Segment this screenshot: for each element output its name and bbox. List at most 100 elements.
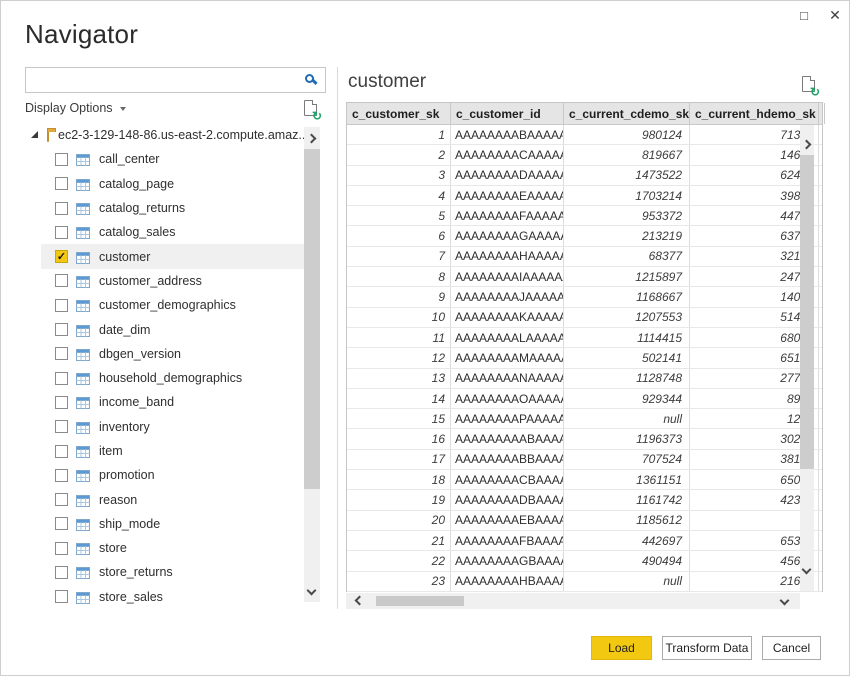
- sidebar-item-income_band[interactable]: income_band: [41, 390, 304, 414]
- sidebar-item-store_returns[interactable]: store_returns: [41, 560, 304, 584]
- table-icon: [76, 591, 90, 603]
- table-cell: [819, 531, 822, 550]
- tree-root-server[interactable]: ec2-3-129-148-86.us-east-2.compute.amaz.…: [25, 123, 304, 147]
- checkbox-unchecked[interactable]: [55, 299, 68, 312]
- sidebar-item-ship_mode[interactable]: ship_mode: [41, 512, 304, 536]
- checkbox-unchecked[interactable]: [55, 517, 68, 530]
- table-cell: [819, 328, 822, 347]
- checkbox-checked[interactable]: ✓: [55, 250, 68, 263]
- table-icon: [76, 324, 90, 336]
- sidebar-item-date_dim[interactable]: date_dim: [41, 317, 304, 341]
- sidebar-item-label: dbgen_version: [99, 347, 181, 361]
- sidebar-item-catalog_returns[interactable]: catalog_returns: [41, 196, 304, 220]
- table-cell: 1168667: [564, 287, 690, 306]
- table-cell: AAAAAAAAKAAAAAAA: [451, 308, 564, 327]
- table-cell: AAAAAAAAEBAAAAAA: [451, 511, 564, 530]
- sidebar-item-store[interactable]: store: [41, 536, 304, 560]
- sidebar-item-customer_demographics[interactable]: customer_demographics: [41, 293, 304, 317]
- checkbox-unchecked[interactable]: [55, 542, 68, 555]
- sidebar-item-item[interactable]: item: [41, 439, 304, 463]
- sidebar-item-promotion[interactable]: promotion: [41, 463, 304, 487]
- preview-scrollbar-vertical[interactable]: [800, 125, 814, 591]
- column-header-c_customer_id: c_customer_id: [451, 103, 564, 124]
- sidebar-item-catalog_page[interactable]: catalog_page: [41, 172, 304, 196]
- refresh-list-icon[interactable]: ↻: [304, 100, 317, 116]
- checkbox-unchecked[interactable]: [55, 323, 68, 336]
- scroll-right-icon[interactable]: [780, 596, 790, 606]
- navigation-tree: ec2-3-129-148-86.us-east-2.compute.amaz.…: [25, 123, 304, 609]
- table-cell: [819, 409, 822, 428]
- display-options-dropdown[interactable]: Display Options: [25, 101, 126, 115]
- table-cell: 16: [347, 429, 451, 448]
- sidebar-item-customer_address[interactable]: customer_address: [41, 269, 304, 293]
- table-cell: AAAAAAAANAAAAAAA: [451, 369, 564, 388]
- cancel-button[interactable]: Cancel: [762, 636, 821, 660]
- checkbox-unchecked[interactable]: [55, 226, 68, 239]
- checkbox-unchecked[interactable]: [55, 153, 68, 166]
- expand-triangle-icon[interactable]: [31, 131, 38, 138]
- sidebar-item-reason[interactable]: reason: [41, 487, 304, 511]
- scroll-down-icon[interactable]: [802, 565, 812, 575]
- table-cell: AAAAAAAABAAAAAAA: [451, 125, 564, 144]
- scroll-up-icon[interactable]: [802, 140, 812, 150]
- sidebar-item-store_sales[interactable]: store_sales: [41, 585, 304, 609]
- column-header-c_customer_sk: c_customer_sk: [347, 103, 451, 124]
- checkbox-unchecked[interactable]: [55, 372, 68, 385]
- search-icon[interactable]: [305, 74, 314, 83]
- table-row: 18AAAAAAAACBAAAAAA13611516504: [347, 470, 822, 490]
- scroll-down-icon[interactable]: [307, 586, 317, 596]
- table-icon: [76, 251, 90, 263]
- table-cell: [819, 348, 822, 367]
- scroll-left-icon[interactable]: [355, 596, 365, 606]
- checkbox-unchecked[interactable]: [55, 420, 68, 433]
- sidebar-scrollbar-thumb[interactable]: [304, 149, 320, 489]
- table-cell: 490494: [564, 551, 690, 570]
- sidebar-item-inventory[interactable]: inventory: [41, 415, 304, 439]
- table-cell: 10: [347, 308, 451, 327]
- table-cell: AAAAAAAAGAAAAAAA: [451, 226, 564, 245]
- close-icon[interactable]: ✕: [825, 5, 845, 25]
- search-input[interactable]: [30, 69, 300, 91]
- checkbox-unchecked[interactable]: [55, 469, 68, 482]
- checkbox-unchecked[interactable]: [55, 445, 68, 458]
- table-icon: [76, 348, 90, 360]
- load-button[interactable]: Load: [591, 636, 652, 660]
- sidebar-scrollbar[interactable]: [304, 127, 320, 602]
- table-cell: 18: [347, 470, 451, 489]
- checkbox-unchecked[interactable]: [55, 274, 68, 287]
- refresh-preview-icon[interactable]: ↻: [802, 76, 815, 92]
- table-row: 7AAAAAAAAHAAAAAAA683773219: [347, 247, 822, 267]
- table-cell: AAAAAAAACAAAAAAA: [451, 145, 564, 164]
- checkbox-unchecked[interactable]: [55, 347, 68, 360]
- preview-hscroll-thumb[interactable]: [376, 596, 464, 606]
- search-box: [25, 67, 326, 93]
- table-cell: 707524: [564, 450, 690, 469]
- transform-data-button[interactable]: Transform Data: [662, 636, 752, 660]
- checkbox-unchecked[interactable]: [55, 177, 68, 190]
- sidebar-item-catalog_sales[interactable]: catalog_sales: [41, 220, 304, 244]
- checkbox-unchecked[interactable]: [55, 590, 68, 603]
- preview-scrollbar-horizontal[interactable]: [346, 593, 800, 609]
- sidebar-item-call_center[interactable]: call_center: [41, 147, 304, 171]
- refresh-arrows-icon: ↻: [810, 87, 820, 97]
- checkbox-unchecked[interactable]: [55, 566, 68, 579]
- table-cell: [819, 166, 822, 185]
- sidebar-item-label: customer_demographics: [99, 298, 236, 312]
- table-icon: [76, 226, 90, 238]
- sidebar-item-dbgen_version[interactable]: dbgen_version: [41, 342, 304, 366]
- table-icon: [76, 153, 90, 165]
- maximize-icon[interactable]: □: [794, 5, 814, 25]
- sidebar-item-customer[interactable]: ✓customer: [41, 244, 304, 268]
- preview-vscroll-thumb[interactable]: [800, 155, 814, 469]
- sidebar-item-household_demographics[interactable]: household_demographics: [41, 366, 304, 390]
- checkbox-unchecked[interactable]: [55, 396, 68, 409]
- table-cell: [819, 429, 822, 448]
- sidebar-item-label: call_center: [99, 152, 159, 166]
- checkbox-unchecked[interactable]: [55, 202, 68, 215]
- table-cell: [819, 226, 822, 245]
- scroll-up-icon[interactable]: [307, 134, 317, 144]
- folder-icon: [47, 131, 49, 142]
- column-header-partial: [819, 103, 825, 124]
- table-row: 17AAAAAAAABBAAAAAA7075243812: [347, 450, 822, 470]
- checkbox-unchecked[interactable]: [55, 493, 68, 506]
